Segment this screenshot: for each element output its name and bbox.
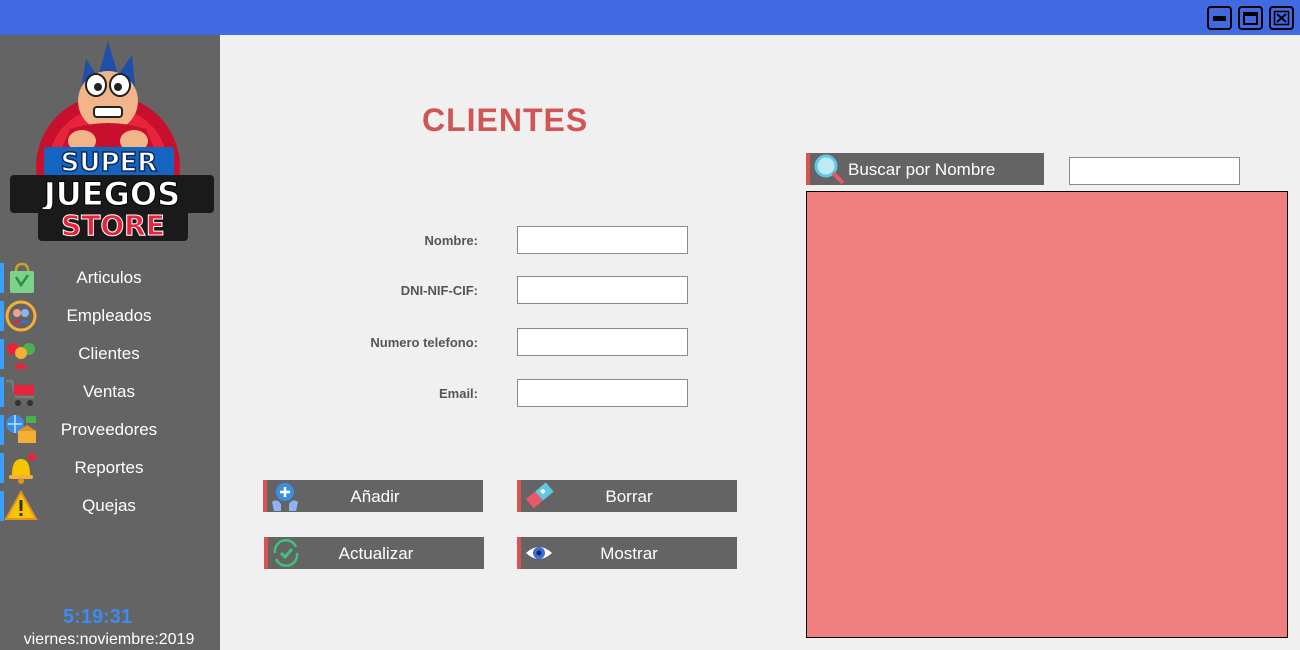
telefono-input[interactable] <box>517 328 688 356</box>
nombre-label: Nombre: <box>424 233 478 248</box>
results-table-panel[interactable] <box>806 191 1288 638</box>
super-juegos-store-logo: SUPER JUEGOS STORE <box>10 41 214 243</box>
search-input[interactable] <box>1069 157 1240 185</box>
sidebar-item-empleados[interactable]: Empleados <box>0 299 220 333</box>
telefono-label: Numero telefono: <box>370 335 478 350</box>
add-button-label: Añadir <box>350 487 400 506</box>
sidebar-item-articulos[interactable]: Articulos <box>0 261 220 295</box>
dni-label: DNI-NIF-CIF: <box>400 283 478 298</box>
sidebar-item-quejas[interactable]: Quejas <box>0 489 220 523</box>
date-display: viernes:noviembre:2019 <box>23 631 195 648</box>
svg-text:JUEGOS: JUEGOS <box>42 175 180 213</box>
page-title: CLIENTES <box>422 102 589 138</box>
search-button-label: Buscar por Nombre <box>848 160 996 179</box>
sidebar-item-proveedores[interactable]: Proveedores <box>0 413 220 447</box>
clock-display: 5:19:31 <box>63 606 132 628</box>
sidebar-item-label: Ventas <box>83 382 135 401</box>
close-icon <box>1273 10 1290 26</box>
add-button[interactable]: Añadir <box>263 480 483 512</box>
sidebar-item-ventas[interactable]: Ventas <box>0 375 220 409</box>
app-window: SUPER JUEGOS STORE Articulos Empleados C… <box>0 0 1300 650</box>
sidebar-item-label: Clientes <box>78 344 140 363</box>
sidebar-item-label: Empleados <box>66 306 152 325</box>
delete-button[interactable]: Borrar <box>517 480 737 512</box>
email-input[interactable] <box>517 379 688 407</box>
maximize-icon <box>1243 12 1258 25</box>
minimize-icon <box>1213 16 1226 21</box>
nombre-input[interactable] <box>517 226 688 254</box>
sidebar-item-label: Proveedores <box>60 420 158 439</box>
title-bar <box>0 0 1300 35</box>
show-button-label: Mostrar <box>600 544 658 563</box>
minimize-button[interactable] <box>1207 6 1232 30</box>
svg-text:SUPER: SUPER <box>61 148 158 178</box>
update-button-label: Actualizar <box>338 544 414 563</box>
update-button[interactable]: Actualizar <box>264 537 484 569</box>
close-button[interactable] <box>1269 6 1294 30</box>
sidebar-item-reportes[interactable]: Reportes <box>0 451 220 485</box>
email-label: Email: <box>438 386 478 401</box>
sidebar: SUPER JUEGOS STORE Articulos Empleados C… <box>0 35 220 650</box>
delete-button-label: Borrar <box>605 487 653 506</box>
sidebar-item-clientes[interactable]: Clientes <box>0 337 220 371</box>
search-icon <box>814 154 845 185</box>
sidebar-item-label: Reportes <box>74 458 144 477</box>
dni-input[interactable] <box>517 276 688 304</box>
search-by-name-button[interactable]: Buscar por Nombre <box>806 153 1044 185</box>
maximize-button[interactable] <box>1238 6 1263 30</box>
sidebar-item-label: Articulos <box>76 268 142 287</box>
svg-text:STORE: STORE <box>61 209 165 242</box>
show-button[interactable]: Mostrar <box>517 537 737 569</box>
sidebar-item-label: Quejas <box>82 496 136 515</box>
